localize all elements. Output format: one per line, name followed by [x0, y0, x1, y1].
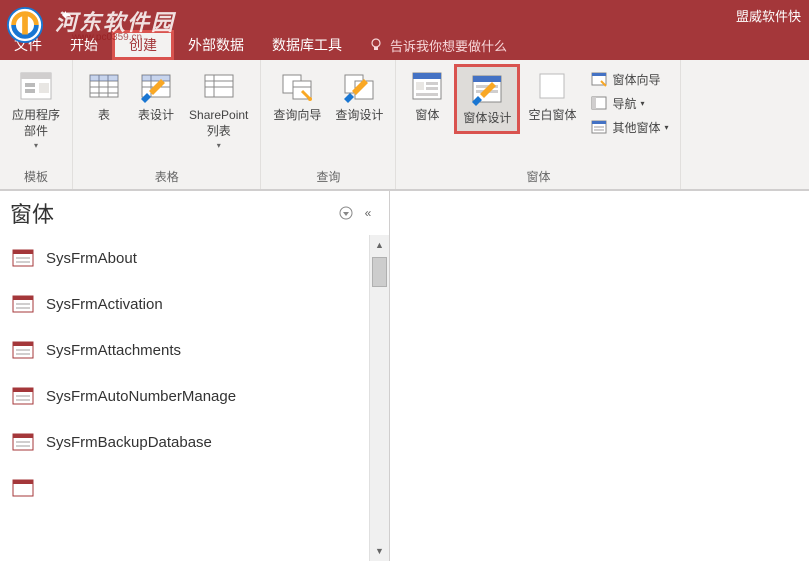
form-wizard-button[interactable]: 窗体向导 [586, 68, 672, 90]
table-design-icon [138, 68, 174, 104]
table-icon [86, 68, 122, 104]
group-label-templates: 模板 [6, 166, 66, 187]
sharepoint-icon [201, 68, 237, 104]
nav-item-sysfrmbackupdatabase[interactable]: SysFrmBackupDatabase [0, 419, 369, 465]
ribbon-group-tables: 表 表设计 SharePoint 列表 ▾ 表格 [73, 60, 261, 189]
query-wizard-button[interactable]: 查询向导 [267, 64, 327, 128]
query-design-button[interactable]: 查询设计 [329, 64, 389, 128]
navigation-pane: 窗体 « SysFrmAbout SysFrmActivation SysFrm… [0, 191, 390, 561]
window-title: 盟威软件快 [736, 6, 801, 25]
ribbon: 应用程序 部件 ▾ 模板 表 表设计 [0, 60, 809, 190]
chevron-down-icon: ▾ [640, 99, 644, 108]
title-bar: 河东软件园 www.pc0359.cn 盟威软件快 [0, 0, 809, 30]
table-design-button[interactable]: 表设计 [131, 64, 181, 128]
scroll-up-button[interactable]: ▲ [370, 235, 389, 255]
tell-me-search[interactable]: 告诉我你想要做什么 [356, 30, 519, 60]
app-parts-icon [18, 68, 54, 104]
nav-list: SysFrmAbout SysFrmActivation SysFrmAttac… [0, 235, 369, 561]
nav-item-sysfrmattachments[interactable]: SysFrmAttachments [0, 327, 369, 373]
ribbon-group-queries: 查询向导 查询设计 查询 [261, 60, 396, 189]
blank-form-button[interactable]: 空白窗体 [522, 64, 582, 128]
navigation-button[interactable]: 导航 ▾ [586, 92, 672, 114]
form-object-icon [12, 341, 34, 359]
group-label-tables: 表格 [79, 166, 254, 187]
group-label-queries: 查询 [267, 166, 389, 187]
form-object-icon [12, 295, 34, 313]
content-area: 窗体 « SysFrmAbout SysFrmActivation SysFrm… [0, 190, 809, 561]
tab-external-data[interactable]: 外部数据 [174, 30, 258, 60]
query-wizard-icon [279, 68, 315, 104]
form-object-icon [12, 479, 34, 497]
tab-database-tools[interactable]: 数据库工具 [258, 30, 356, 60]
form-design-icon [469, 71, 505, 107]
form-design-button[interactable]: 窗体设计 [454, 64, 520, 134]
ribbon-group-forms: 窗体 窗体设计 空白窗体 窗体向导 [396, 60, 681, 189]
main-canvas [390, 191, 809, 561]
scroll-down-button[interactable]: ▼ [370, 541, 389, 561]
app-parts-label: 应用程序 部件 [12, 108, 60, 139]
nav-header: 窗体 « [0, 191, 389, 235]
nav-title: 窗体 [10, 197, 335, 229]
nav-item-sysfrmabout[interactable]: SysFrmAbout [0, 235, 369, 281]
form-icon [409, 68, 445, 104]
nav-item-partial[interactable] [0, 465, 369, 511]
blank-form-icon [534, 68, 570, 104]
form-object-icon [12, 433, 34, 451]
nav-scrollbar[interactable]: ▲ ▼ [369, 235, 389, 561]
app-parts-button[interactable]: 应用程序 部件 ▾ [6, 64, 66, 154]
scroll-thumb[interactable] [372, 257, 387, 287]
chevron-down-icon: ▾ [664, 123, 668, 132]
navigation-icon [590, 94, 608, 112]
group-label-forms: 窗体 [402, 166, 674, 187]
chevron-down-icon: ▾ [217, 141, 221, 150]
watermark-url: www.pc0359.cn [72, 32, 142, 43]
query-design-icon [341, 68, 377, 104]
ribbon-group-templates: 应用程序 部件 ▾ 模板 [0, 60, 73, 189]
form-button[interactable]: 窗体 [402, 64, 452, 128]
sharepoint-list-button[interactable]: SharePoint 列表 ▾ [183, 64, 254, 154]
nav-collapse-button[interactable]: « [357, 202, 379, 224]
chevron-down-icon: ▾ [34, 141, 38, 150]
lightbulb-icon [368, 37, 384, 53]
app-logo-icon [6, 6, 44, 44]
more-forms-icon [590, 118, 608, 136]
more-forms-button[interactable]: 其他窗体 ▾ [586, 116, 672, 138]
form-object-icon [12, 387, 34, 405]
form-wizard-icon [590, 70, 608, 88]
nav-item-sysfrmactivation[interactable]: SysFrmActivation [0, 281, 369, 327]
nav-filter-dropdown[interactable] [335, 202, 357, 224]
nav-item-sysfrmautonumbermanage[interactable]: SysFrmAutoNumberManage [0, 373, 369, 419]
table-button[interactable]: 表 [79, 64, 129, 128]
form-object-icon [12, 249, 34, 267]
